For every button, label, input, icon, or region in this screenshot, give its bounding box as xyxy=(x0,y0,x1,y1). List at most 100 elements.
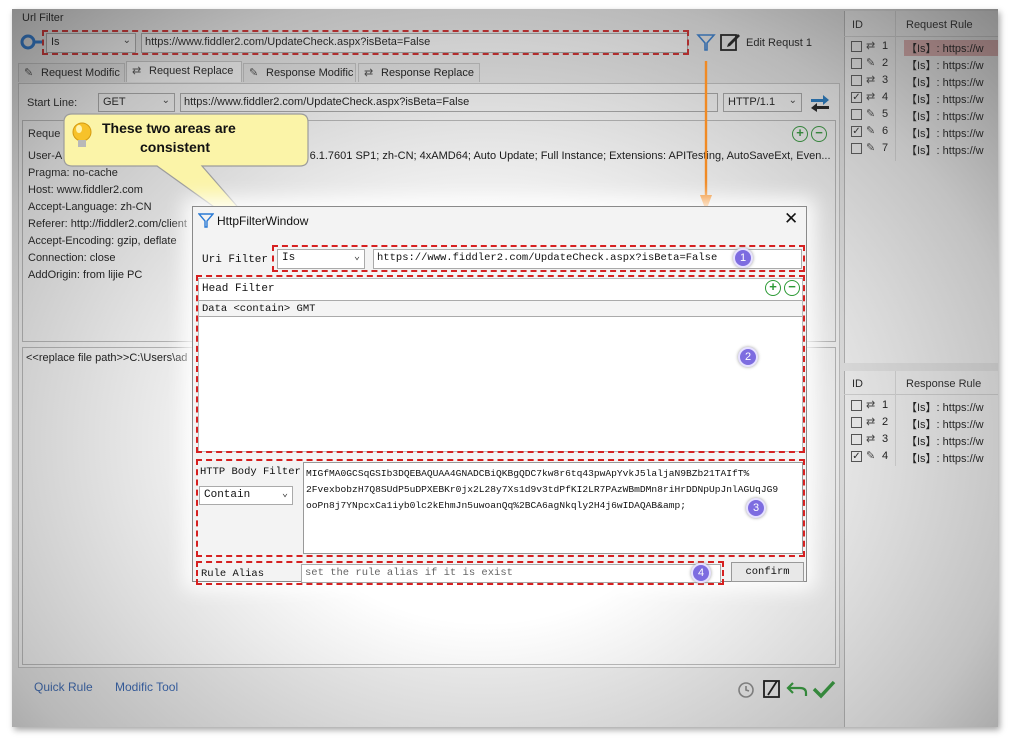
rule-text: 【Is】: https://w xyxy=(906,436,984,448)
rule-row[interactable]: ⇄ 3 【Is】: https://w xyxy=(844,72,998,89)
rule-text: 【Is】: https://w xyxy=(906,402,984,414)
rule-row[interactable]: ✎ 5 【Is】: https://w xyxy=(844,106,998,123)
tab-label: Response Replace xyxy=(381,67,474,79)
modific-tool-tab[interactable]: Modific Tool xyxy=(115,680,178,694)
rule-row[interactable]: ⇄ 1 【Is】: https://w xyxy=(844,38,998,56)
annotation-badge-4: 4 xyxy=(691,563,711,583)
rule-id: 2 xyxy=(882,416,889,428)
replace-icon: ⇄ xyxy=(132,65,142,77)
rule-enabled-checkbox[interactable]: ✓ xyxy=(851,451,862,462)
rule-row[interactable]: ✓ ✎ 4 【Is】: https://w xyxy=(844,448,998,465)
annotation-badge-3: 3 xyxy=(746,498,766,518)
callout-line-2: consistent xyxy=(140,139,211,155)
rule-enabled-checkbox[interactable]: ✓ xyxy=(851,92,862,103)
request-rule-header: Request Rule xyxy=(906,19,973,31)
rule-id: 7 xyxy=(882,142,889,154)
rule-row[interactable]: ✎ 2 【Is】: https://w xyxy=(844,55,998,72)
filter-icon[interactable] xyxy=(696,32,716,52)
tab-request-modific[interactable]: ✎ Request Modific xyxy=(18,63,125,82)
rule-id: 5 xyxy=(882,108,889,120)
edit-icon[interactable] xyxy=(719,31,741,53)
uri-filter-label: Uri Filter xyxy=(202,254,269,266)
confirm-button[interactable]: confirm xyxy=(731,562,804,582)
undo-icon[interactable] xyxy=(786,680,808,698)
rule-enabled-checkbox[interactable] xyxy=(851,41,862,52)
replace-icon: ⇄ xyxy=(866,416,876,428)
annotation-box-2 xyxy=(196,275,805,453)
add-header-button[interactable]: + xyxy=(792,126,808,142)
rule-text: 【Is】: https://w xyxy=(906,145,984,157)
rule-row[interactable]: ⇄ 2 【Is】: https://w xyxy=(844,414,998,431)
pencil-icon: ✎ xyxy=(866,57,876,69)
swap-arrows-icon[interactable] xyxy=(809,94,831,112)
edit-request-label: Edit Requst 1 xyxy=(746,37,813,49)
replace-icon: ⇄ xyxy=(866,399,876,411)
annotation-box-4 xyxy=(196,561,724,585)
http-filter-window[interactable]: HttpFilterWindow ✕ Uri Filter Is ⌄ https… xyxy=(192,206,807,585)
rule-row[interactable]: ✓ ⇄ 4 【Is】: https://w xyxy=(844,89,998,106)
tab-label: Response Modific xyxy=(266,67,354,79)
rule-id: 3 xyxy=(882,433,889,445)
start-line-label: Start Line: xyxy=(27,97,78,109)
filter-icon xyxy=(197,212,215,228)
pencil-icon: ✎ xyxy=(866,142,876,154)
protocol-value: HTTP/1.1 xyxy=(728,96,776,108)
rule-enabled-checkbox[interactable] xyxy=(851,400,862,411)
rule-enabled-checkbox[interactable] xyxy=(851,58,862,69)
pencil-icon: ✎ xyxy=(249,67,259,79)
divider xyxy=(844,394,998,395)
confirm-check-icon[interactable] xyxy=(812,679,836,699)
quick-rule-tab[interactable]: Quick Rule xyxy=(34,680,93,694)
tab-label: Request Modific xyxy=(41,67,120,79)
dialog-title: HttpFilterWindow xyxy=(217,214,309,228)
rule-enabled-checkbox[interactable] xyxy=(851,434,862,445)
clock-icon[interactable] xyxy=(736,679,756,699)
pencil-icon: ✎ xyxy=(866,450,876,462)
rule-row[interactable]: ✎ 7 【Is】: https://w xyxy=(844,140,998,157)
rule-enabled-checkbox[interactable] xyxy=(851,75,862,86)
rule-id: 4 xyxy=(882,450,889,462)
edit-box-icon[interactable] xyxy=(762,678,782,699)
header-line-user-agent-tail: T 6.1.7601 SP1; zh-CN; 4xAMD64; Auto Upd… xyxy=(300,150,831,162)
header-line: AddOrigin: from lijie PC xyxy=(28,269,143,281)
tab-request-replace[interactable]: ⇄ Request Replace xyxy=(126,61,242,82)
rule-text: 【Is】: https://w xyxy=(906,94,984,106)
rule-enabled-checkbox[interactable] xyxy=(851,143,862,154)
lightbulb-icon xyxy=(70,121,94,151)
callout-line-1: These two areas are xyxy=(102,120,236,136)
rule-text: 【Is】: https://w xyxy=(906,128,984,140)
replace-icon: ⇄ xyxy=(364,67,374,79)
close-icon[interactable]: ✕ xyxy=(784,209,798,229)
screenshot-stage: Url Filter Is ⌄ https://www.fiddler2.com… xyxy=(0,0,1014,747)
link-toggle-icon[interactable] xyxy=(20,34,44,50)
rule-row[interactable]: ⇄ 3 【Is】: https://w xyxy=(844,431,998,448)
response-id-header: ID xyxy=(852,378,863,390)
response-rule-header: Response Rule xyxy=(906,378,982,390)
header-line: User-A xyxy=(28,150,63,162)
arrow-down-annotation xyxy=(698,61,714,213)
annotation-box-url xyxy=(42,30,689,55)
remove-header-button[interactable]: − xyxy=(811,126,827,142)
pencil-icon: ✎ xyxy=(866,108,876,120)
rule-enabled-checkbox[interactable] xyxy=(851,109,862,120)
replace-icon: ⇄ xyxy=(866,433,876,445)
rule-row[interactable]: ✓ ✎ 6 【Is】: https://w xyxy=(844,123,998,140)
tab-label: Request Replace xyxy=(149,65,234,77)
chevron-down-icon: ⌄ xyxy=(788,95,797,106)
rule-id: 2 xyxy=(882,57,889,69)
tab-response-replace[interactable]: ⇄ Response Replace xyxy=(358,63,480,82)
tab-response-modific[interactable]: ✎ Response Modific xyxy=(243,63,356,82)
annotation-badge-2: 2 xyxy=(738,347,758,367)
request-id-header: ID xyxy=(852,19,863,31)
protocol-select[interactable]: HTTP/1.1 ⌄ xyxy=(723,93,802,112)
rule-enabled-checkbox[interactable]: ✓ xyxy=(851,126,862,137)
rule-id: 6 xyxy=(882,125,889,137)
annotation-box-1 xyxy=(272,245,805,272)
replace-icon: ⇄ xyxy=(866,40,876,52)
rule-row[interactable]: ⇄ 1 【Is】: https://w xyxy=(844,397,998,414)
rule-text: 【Is】: https://w xyxy=(904,40,998,56)
rule-id: 4 xyxy=(882,91,889,103)
rule-text: 【Is】: https://w xyxy=(906,453,984,465)
rule-enabled-checkbox[interactable] xyxy=(851,417,862,428)
splitter[interactable] xyxy=(844,363,998,371)
